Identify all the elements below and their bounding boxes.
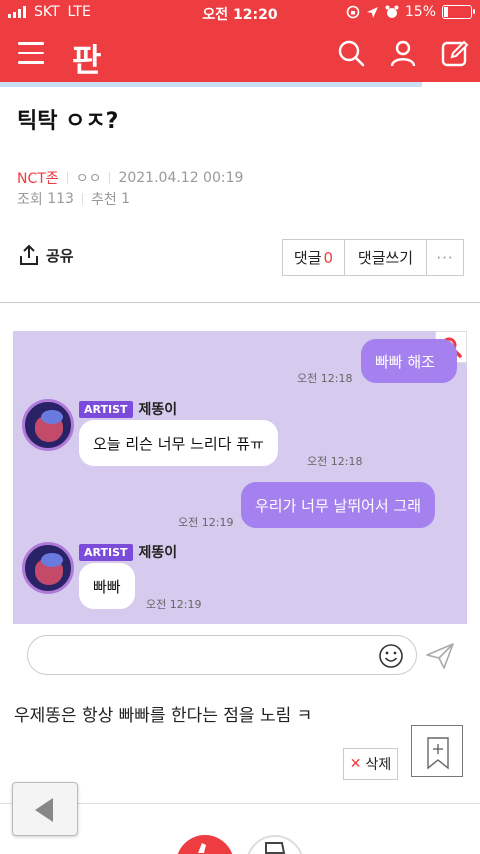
chat-bubble-artist: 빠빠 — [79, 563, 135, 609]
post-date: 2021.04.12 00:19 — [118, 170, 244, 186]
close-icon: ✕ — [349, 756, 362, 772]
emoji-icon[interactable] — [378, 643, 404, 669]
like-button[interactable] — [176, 835, 234, 854]
edit-icon[interactable] — [440, 38, 470, 68]
battery-percent: 15% — [404, 4, 436, 20]
post-meta: NCT존 ㅇㅇ 2021.04.12 00:19 — [17, 168, 243, 188]
divider — [0, 302, 480, 303]
location-icon — [366, 6, 378, 18]
chat-bubble-mine: 빠빠 해조 — [361, 339, 457, 383]
bookmark-icon — [427, 737, 449, 770]
recommend-label: 추천 — [90, 192, 117, 208]
share-icon — [20, 244, 38, 265]
post-stats: 조회 113 추천 1 — [17, 189, 130, 209]
message-time: 오전 12:18 — [307, 455, 363, 468]
thumbs-up-icon — [198, 843, 206, 853]
post-action-group: 댓글 0 댓글쓰기 ··· — [282, 239, 464, 276]
back-arrow-icon — [35, 798, 53, 822]
rotation-lock-icon — [346, 5, 360, 19]
views-label: 조회 — [17, 192, 43, 208]
thumbs-down-icon — [265, 842, 286, 854]
message-time: 오전 12:19 — [146, 598, 202, 611]
delete-label: 삭제 — [365, 757, 392, 773]
sender-name: 제똥이 — [138, 545, 178, 561]
menu-icon[interactable] — [18, 42, 44, 64]
delete-button[interactable]: ✕ 삭제 — [343, 748, 398, 780]
app-logo[interactable]: 판 — [72, 35, 101, 81]
views-count: 113 — [47, 191, 74, 207]
user-icon[interactable] — [388, 38, 418, 68]
comment-button[interactable]: 댓글 0 — [283, 240, 345, 275]
status-bar: SKT LTE 오전 12:20 15% — [0, 0, 480, 26]
read-progress-bar — [0, 82, 480, 87]
author-nickname: ㅇㅇ — [75, 171, 102, 187]
post-body-text: 우제똥은 항상 빠빠를 한다는 점을 노림 ㅋ — [14, 706, 313, 726]
chat-bubble-mine: 우리가 너무 날뛰어서 그래 — [241, 482, 436, 528]
artist-badge: ARTIST — [79, 543, 133, 561]
dislike-button[interactable] — [246, 835, 304, 854]
message-time: 오전 12:19 — [178, 516, 234, 529]
chat-bubble-artist: 오늘 리슨 너무 느리다 퓨ㅠ — [79, 420, 278, 466]
alarm-icon — [385, 5, 399, 18]
back-button[interactable] — [12, 782, 78, 836]
send-icon[interactable] — [424, 640, 456, 672]
board-name[interactable]: NCT존 — [17, 168, 59, 188]
chat-input[interactable] — [27, 635, 417, 675]
post-title: 틱탁 ㅇㅈ? — [17, 109, 119, 134]
battery-icon — [442, 5, 475, 19]
recommend-count: 1 — [121, 191, 131, 207]
app-header: 판 — [0, 26, 480, 82]
artist-badge: ARTIST — [79, 400, 133, 418]
share-label: 공유 — [46, 246, 74, 265]
search-icon[interactable] — [336, 38, 366, 68]
more-button[interactable]: ··· — [427, 240, 463, 275]
chat-screenshot[interactable]: 빠빠 해조 오전 12:18 ARTIST 제똥이 오늘 리슨 너무 느리다 퓨… — [13, 331, 467, 624]
comment-label: 댓글 — [293, 249, 322, 267]
avatar — [22, 542, 74, 594]
share-button[interactable]: 공유 — [18, 244, 74, 266]
comment-count: 0 — [323, 248, 334, 267]
write-comment-button[interactable]: 댓글쓰기 — [345, 240, 427, 275]
message-time: 오전 12:18 — [297, 372, 353, 385]
bookmark-button[interactable] — [411, 725, 463, 777]
sender-name: 제똥이 — [138, 402, 178, 418]
avatar — [22, 399, 74, 451]
